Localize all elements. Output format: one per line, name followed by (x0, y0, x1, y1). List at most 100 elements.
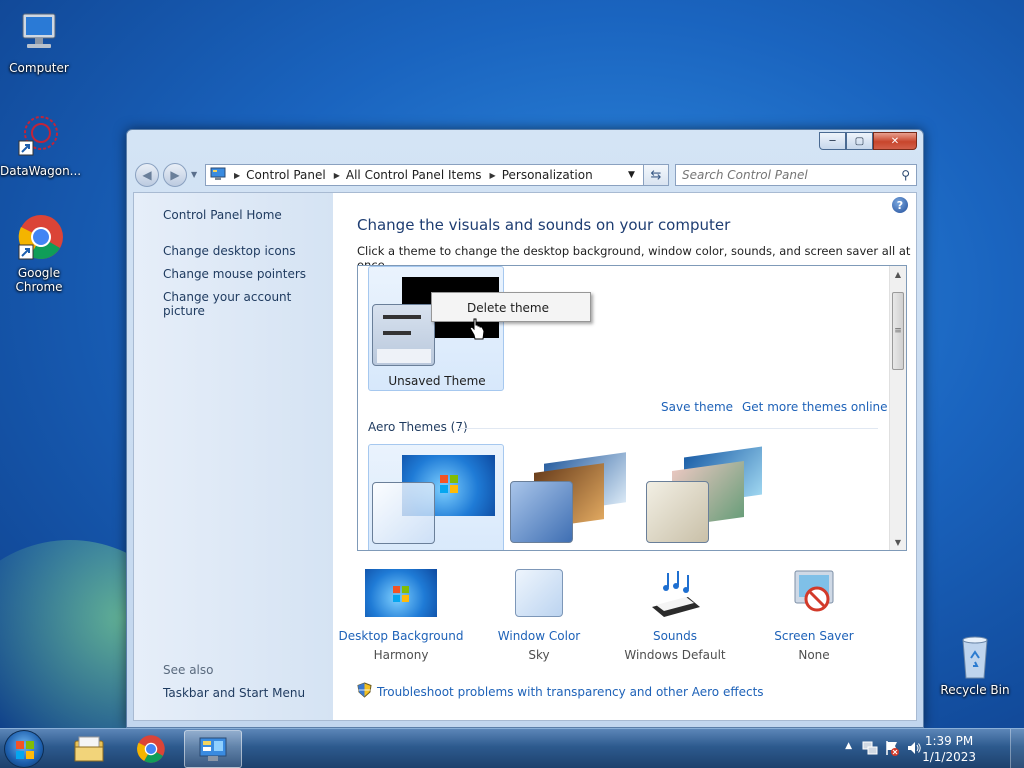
taskbar-chrome[interactable] (122, 730, 180, 768)
link-change-desktop-icons[interactable]: Change desktop icons (163, 244, 296, 258)
datawagon-icon (15, 113, 63, 161)
breadcrumb-all-items[interactable]: All Control Panel Items (346, 168, 482, 182)
hand-cursor-icon (469, 318, 485, 343)
troubleshoot-link[interactable]: Troubleshoot problems with transparency … (357, 682, 764, 701)
back-button[interactable]: ◀ (135, 163, 159, 187)
desktop-icon-label: Computer (9, 61, 69, 75)
link-taskbar-start-menu[interactable]: Taskbar and Start Menu (163, 686, 305, 700)
delete-theme-menu-item[interactable]: Delete theme (434, 295, 588, 319)
screen-saver-icon (777, 569, 851, 619)
theme-window-preview (510, 481, 573, 543)
computer-icon (15, 10, 63, 58)
system-clock[interactable]: 1:39 PM 1/1/2023 (922, 733, 976, 765)
taskbar: ▲ 1:39 PM 1/1/2023 (0, 728, 1024, 768)
forward-button[interactable]: ▶ (163, 163, 187, 187)
sounds-value: Windows Default (624, 648, 726, 662)
address-dropdown-icon[interactable]: ▼ (628, 170, 635, 180)
search-icon[interactable]: ⚲ (901, 168, 910, 182)
link-change-mouse-pointers[interactable]: Change mouse pointers (163, 267, 306, 281)
windows-logo-icon (16, 741, 34, 759)
breadcrumb-separator-icon[interactable]: ▶ (490, 171, 496, 180)
shield-icon (357, 682, 372, 701)
search-box[interactable]: ⚲ (675, 164, 917, 186)
theme-tile-nature[interactable] (640, 444, 776, 550)
desktop-icon-computer[interactable]: Computer (0, 10, 78, 75)
navigation-bar: ◀ ▶ ▼ ▶ Control Panel ▶ All Control Pane… (135, 160, 917, 188)
sounds-icon (638, 569, 712, 619)
window-color-label[interactable]: Window Color (474, 629, 604, 643)
refresh-icon: ⇆ (650, 167, 662, 183)
sounds-item[interactable]: Sounds Windows Default (610, 569, 740, 662)
show-hidden-icons-icon[interactable]: ▲ (845, 741, 852, 751)
close-button[interactable]: ✕ (873, 132, 917, 150)
network-icon[interactable] (862, 740, 878, 759)
folder-icon (74, 736, 104, 762)
window-color-item[interactable]: Window Color Sky (474, 569, 604, 662)
screen-saver-label[interactable]: Screen Saver (749, 629, 879, 643)
window-client-area: Control Panel Home Change desktop icons … (133, 192, 917, 721)
scroll-down-icon[interactable]: ▼ (890, 534, 906, 550)
desktop-icon-label: DataWagon... (0, 164, 82, 178)
breadcrumb-separator-icon[interactable]: ▶ (334, 171, 340, 180)
desktop-icon-label: Recycle Bin (940, 683, 1010, 697)
aero-themes-header: Aero Themes (7) (368, 420, 468, 434)
desktop-background-icon (364, 569, 438, 619)
search-input[interactable] (676, 168, 902, 182)
troubleshoot-text[interactable]: Troubleshoot problems with transparency … (377, 685, 764, 699)
theme-window-preview (372, 304, 435, 366)
help-icon[interactable]: ? (892, 197, 908, 213)
get-more-themes-link[interactable]: Get more themes online (742, 400, 888, 414)
scroll-up-icon[interactable]: ▲ (890, 266, 906, 282)
chrome-icon (15, 215, 63, 263)
desktop-icon-recycle-bin[interactable]: Recycle Bin (936, 632, 1014, 697)
save-theme-link[interactable]: Save theme (661, 400, 733, 414)
left-navigation-pane: Control Panel Home Change desktop icons … (134, 193, 333, 720)
recycle-bin-icon (951, 632, 999, 680)
screen-saver-item[interactable]: Screen Saver None (749, 569, 879, 662)
desktop-icon-chrome[interactable]: Google Chrome (0, 215, 78, 294)
context-menu: Delete theme (431, 292, 591, 322)
link-change-account-picture[interactable]: Change your account picture (163, 290, 333, 318)
breadcrumb-personalization[interactable]: Personalization (502, 168, 593, 182)
refresh-button[interactable]: ⇆ (643, 164, 669, 186)
desktop-background-label[interactable]: Desktop Background (336, 629, 466, 643)
taskbar-control-panel[interactable] (184, 730, 242, 768)
desktop-background-value: Harmony (373, 648, 429, 662)
window-color-value: Sky (528, 648, 550, 662)
start-button[interactable] (4, 730, 44, 768)
control-panel-icon (199, 737, 227, 761)
sounds-label[interactable]: Sounds (610, 629, 740, 643)
theme-window-preview (372, 482, 435, 544)
see-also-label: See also (163, 663, 214, 677)
desktop-icon-datawagon[interactable]: DataWagon... (0, 113, 82, 178)
control-panel-icon (210, 167, 226, 184)
main-content: ? Change the visuals and sounds on your … (333, 193, 916, 720)
show-desktop-button[interactable] (1010, 729, 1024, 768)
desktop-icon-label: Google Chrome (15, 266, 63, 294)
recent-pages-chevron-icon[interactable]: ▼ (191, 170, 197, 179)
theme-tile-windows7[interactable] (368, 444, 504, 550)
clock-date: 1/1/2023 (922, 750, 976, 764)
breadcrumb-control-panel[interactable]: Control Panel (246, 168, 326, 182)
taskbar-explorer[interactable] (60, 730, 118, 768)
theme-tile-architecture[interactable] (504, 444, 640, 550)
personalization-window: ─ ▢ ✕ ◀ ▶ ▼ ▶ Control Panel ▶ All Contro… (126, 129, 924, 728)
desktop-background-item[interactable]: Desktop Background Harmony (336, 569, 466, 662)
window-color-icon (502, 569, 576, 619)
volume-icon[interactable] (906, 740, 922, 759)
minimize-button[interactable]: ─ (819, 132, 846, 150)
windows-logo-icon (440, 475, 458, 493)
forward-arrow-icon: ▶ (170, 168, 180, 182)
maximize-button[interactable]: ▢ (846, 132, 873, 150)
address-bar[interactable]: ▶ Control Panel ▶ All Control Panel Item… (205, 164, 669, 186)
caption-buttons: ─ ▢ ✕ (819, 132, 917, 150)
scroll-thumb[interactable]: ≡ (892, 292, 904, 370)
page-title: Change the visuals and sounds on your co… (357, 216, 731, 234)
back-arrow-icon: ◀ (142, 168, 152, 182)
theme-name-unsaved: Unsaved Theme (388, 374, 486, 388)
breadcrumb-separator-icon[interactable]: ▶ (234, 171, 240, 180)
theme-list-scrollbar[interactable]: ▲ ≡ ▼ (889, 266, 906, 550)
chrome-icon (137, 735, 165, 763)
action-center-flag-icon[interactable] (884, 740, 900, 759)
link-control-panel-home[interactable]: Control Panel Home (163, 208, 282, 222)
